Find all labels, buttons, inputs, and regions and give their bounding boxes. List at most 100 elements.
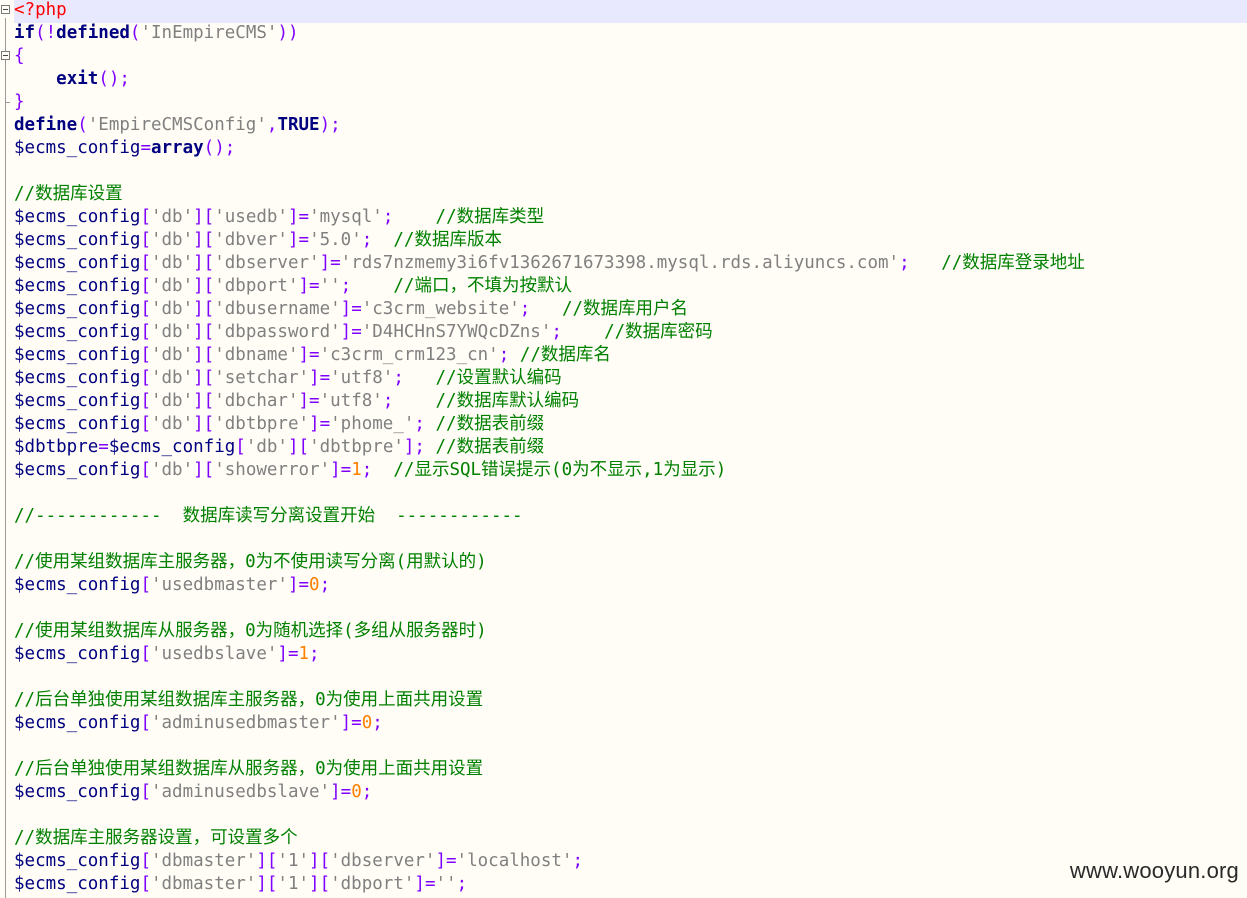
code-line[interactable]: [14, 529, 1247, 552]
code-line[interactable]: [14, 667, 1247, 690]
code-token-var: $ecms_config: [14, 299, 141, 319]
code-line[interactable]: $ecms_config['dbmaster']['1']['dbport']=…: [14, 874, 1247, 897]
fold-collapse-icon[interactable]: [1, 5, 10, 14]
fold-collapse-icon[interactable]: [1, 51, 10, 60]
code-line[interactable]: $ecms_config['usedbslave']=1;: [14, 644, 1247, 667]
code-line[interactable]: //数据库设置: [14, 184, 1247, 207]
code-token-str: 'usedb': [214, 207, 288, 227]
code-token-str: 'dbname': [214, 345, 299, 365]
code-line[interactable]: [14, 805, 1247, 828]
code-token-op: [: [140, 713, 151, 733]
code-token-op: }: [14, 92, 25, 112]
code-token-kw: define: [14, 115, 78, 135]
code-token-str: 'db': [150, 368, 194, 388]
code-token-str: '1': [277, 874, 310, 894]
code-token-op: [: [140, 230, 151, 250]
code-token-op: {: [14, 46, 25, 66]
code-line[interactable]: $ecms_config['db']['dbchar']='utf8'; //数…: [14, 391, 1247, 414]
code-token-str: 'dbver': [214, 230, 288, 250]
code-line[interactable]: exit();: [14, 69, 1247, 92]
code-line[interactable]: $ecms_config=array();: [14, 138, 1247, 161]
code-token-op: ]=: [330, 460, 352, 480]
code-line[interactable]: //后台单独使用某组数据库主服务器，0为使用上面共用设置: [14, 690, 1247, 713]
code-line[interactable]: //数据库主服务器设置，可设置多个: [14, 828, 1247, 851]
code-token-op: ]=: [298, 276, 320, 296]
code-token-str: 'showerror': [214, 460, 331, 480]
code-line[interactable]: <?php: [14, 0, 1247, 23]
code-line[interactable]: $ecms_config['db']['usedb']='mysql'; //数…: [14, 207, 1247, 230]
code-token-op: ();: [203, 138, 236, 158]
code-token-str: 'dbport': [330, 874, 415, 894]
code-token-op: )): [277, 23, 299, 43]
code-line[interactable]: $dbtbpre=$ecms_config['db']['dbtbpre']; …: [14, 437, 1247, 460]
code-token-op: =: [140, 138, 151, 158]
code-line[interactable]: $ecms_config['db']['dbport']=''; //端口，不填…: [14, 276, 1247, 299]
code-line[interactable]: $ecms_config['dbmaster']['1']['dbserver'…: [14, 851, 1247, 874]
code-token-op: ]=: [309, 368, 331, 388]
code-token-op: [: [140, 575, 151, 595]
code-line[interactable]: $ecms_config['adminusedbslave']=0;: [14, 782, 1247, 805]
code-token-op: ][: [193, 276, 215, 296]
code-line[interactable]: //------------ 数据库读写分离设置开始 ------------: [14, 506, 1247, 529]
code-line[interactable]: $ecms_config['db']['dbusername']='c3crm_…: [14, 299, 1247, 322]
code-token-str: 'dbpassword': [214, 322, 341, 342]
code-token-op: ]=: [287, 207, 310, 227]
code-line[interactable]: $ecms_config['db']['dbserver']='rds7nzme…: [14, 253, 1247, 276]
code-token-str: 'usedbmaster': [150, 575, 288, 595]
code-editor[interactable]: <?php if(!defined('InEmpireCMS')){ exit()…: [0, 0, 1247, 898]
code-token-op: [: [140, 207, 151, 227]
code-line[interactable]: $ecms_config['adminusedbmaster']=0;: [14, 713, 1247, 736]
code-line[interactable]: //使用某组数据库主服务器，0为不使用读写分离(用默认的): [14, 552, 1247, 575]
code-token-cmt: //数据库类型: [435, 207, 545, 227]
code-token-op: [: [140, 851, 151, 871]
code-token-cmt: //数据库主服务器设置，可设置多个: [14, 828, 298, 848]
code-token-op: ;: [361, 230, 373, 250]
code-line[interactable]: $ecms_config['db']['dbname']='c3crm_crm1…: [14, 345, 1247, 368]
code-token-op: ]=: [298, 345, 320, 365]
code-line[interactable]: [14, 483, 1247, 506]
code-line[interactable]: $ecms_config['usedbmaster']=0;: [14, 575, 1247, 598]
code-token-op: [: [140, 345, 151, 365]
code-token-op: (!: [35, 23, 57, 43]
code-token-op: ]=: [340, 713, 362, 733]
code-line[interactable]: }: [14, 92, 1247, 115]
code-token-str: 'db': [150, 207, 194, 227]
code-area[interactable]: <?php if(!defined('InEmpireCMS')){ exit()…: [14, 0, 1247, 897]
code-token-var: $ecms_config: [14, 713, 141, 733]
code-line[interactable]: [14, 736, 1247, 759]
code-token-str: 'dbtbpre': [309, 437, 404, 457]
code-token-op: ]=: [414, 874, 436, 894]
code-line[interactable]: $ecms_config['db']['dbver']='5.0'; //数据库…: [14, 230, 1247, 253]
code-line[interactable]: //后台单独使用某组数据库从服务器，0为使用上面共用设置: [14, 759, 1247, 782]
code-line[interactable]: $ecms_config['db']['setchar']='utf8'; //…: [14, 368, 1247, 391]
code-token-op: [: [140, 322, 151, 342]
code-token-str: 'rds7nzmemy3i6fv1362671673398.mysql.rds.…: [340, 253, 900, 273]
code-token-op: ;: [572, 851, 583, 871]
code-line[interactable]: [14, 598, 1247, 621]
code-line[interactable]: {: [14, 46, 1247, 69]
code-token-op: );: [319, 115, 341, 135]
code-token-op: ;: [414, 414, 425, 434]
code-line[interactable]: define('EmpireCMSConfig',TRUE);: [14, 115, 1247, 138]
code-line[interactable]: [14, 161, 1247, 184]
code-token-str: '1': [277, 851, 310, 871]
code-token-op: ];: [403, 437, 425, 457]
code-token-cmt: //后台单独使用某组数据库从服务器，0为使用上面共用设置: [14, 759, 484, 779]
code-line[interactable]: if(!defined('InEmpireCMS')): [14, 23, 1247, 46]
code-token-num: 0: [309, 575, 320, 595]
code-token-var: $ecms_config: [14, 782, 141, 802]
code-line[interactable]: $ecms_config['db']['showerror']=1; //显示S…: [14, 460, 1247, 483]
code-line[interactable]: $ecms_config['db']['dbtbpre']='phome_'; …: [14, 414, 1247, 437]
code-token-cmt: //数据表前缀: [435, 437, 545, 457]
code-line[interactable]: $ecms_config['db']['dbpassword']='D4HCHn…: [14, 322, 1247, 345]
code-token-op: ][: [193, 460, 215, 480]
code-token-op: ]=: [435, 851, 457, 871]
code-token-op: ][: [309, 874, 331, 894]
code-token-kw: if: [14, 23, 36, 43]
code-line[interactable]: //使用某组数据库从服务器，0为随机选择(多组从服务器时): [14, 621, 1247, 644]
